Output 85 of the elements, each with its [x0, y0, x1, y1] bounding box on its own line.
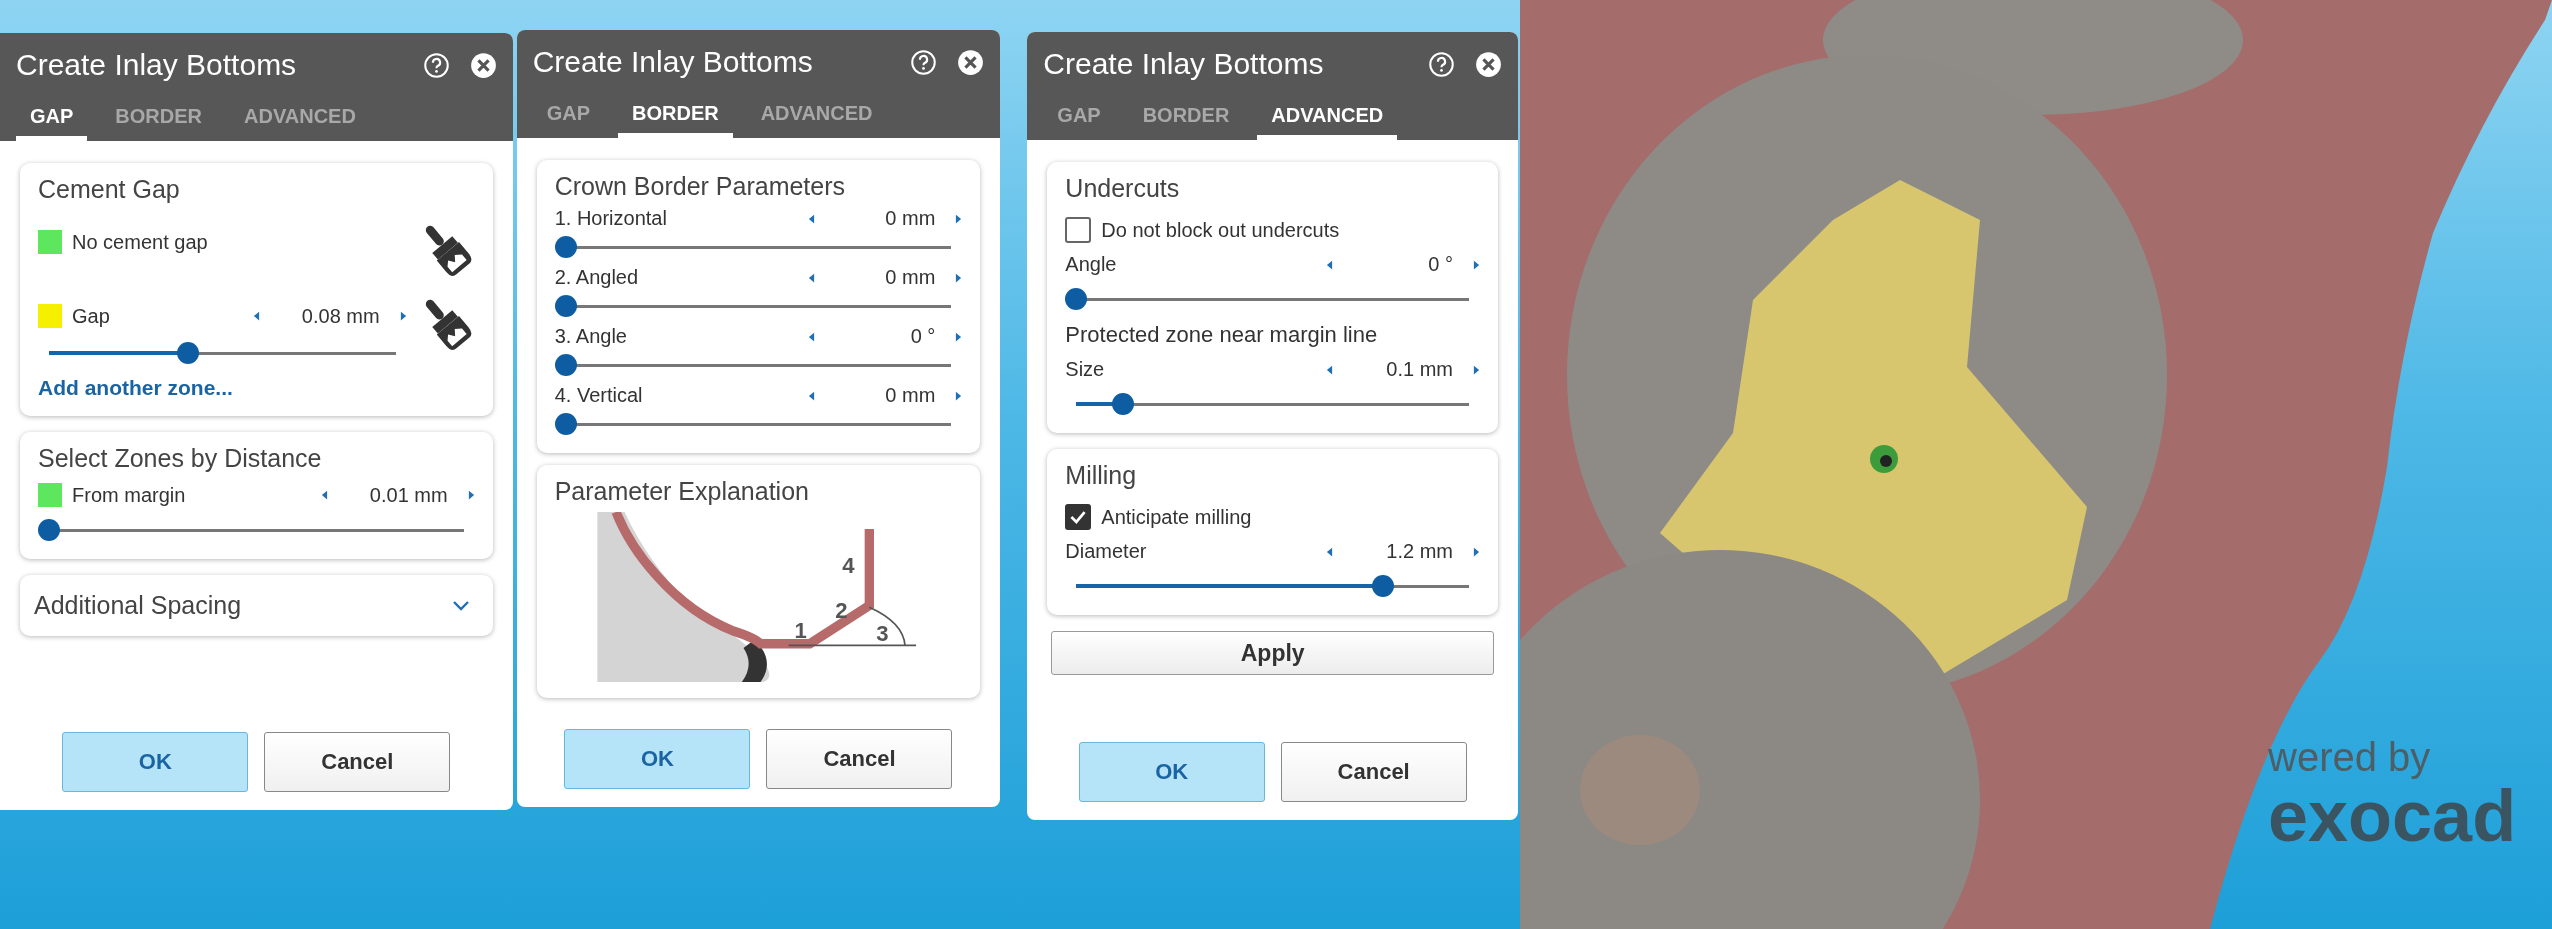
help-icon[interactable] [422, 51, 450, 79]
tab[interactable]: GAP [16, 97, 88, 141]
branding-text: wered by [2268, 735, 2432, 780]
slider-label: 2. Angled [554, 266, 639, 289]
brand-logo-text: exocad [2268, 780, 2517, 852]
dialog-title: Create Inlay Bottoms [16, 48, 298, 82]
slider-thumb[interactable] [38, 519, 60, 541]
slider-thumb[interactable] [554, 295, 577, 317]
section-title: Undercuts [1065, 174, 1181, 203]
close-icon[interactable] [1475, 50, 1502, 78]
section-title: Select Zones by Distance [38, 444, 323, 473]
value-text: 0.08 mm [300, 304, 380, 328]
zone-label: No cement gap [72, 230, 208, 254]
diagram-label: 2 [835, 598, 848, 624]
zone-label: From margin [72, 483, 186, 507]
subheading: Protected zone near margin line [1065, 322, 1379, 348]
left-arrow-icon[interactable] [1326, 545, 1333, 558]
tab[interactable]: ADVANCED [1257, 96, 1398, 140]
right-arrow-icon[interactable] [1473, 545, 1480, 558]
value-text: 0.1 mm [1385, 358, 1453, 381]
left-arrow-icon[interactable] [808, 330, 816, 343]
dialog-title: Create Inlay Bottoms [1043, 47, 1325, 81]
right-arrow-icon[interactable] [955, 330, 963, 343]
cancel-button[interactable]: Cancel [264, 732, 451, 792]
chevron-icon [450, 599, 471, 612]
ok-button[interactable]: OK [1078, 742, 1265, 802]
ok-button[interactable]: OK [564, 729, 751, 789]
section-title: Cement Gap [38, 175, 181, 204]
cancel-button[interactable]: Cancel [1280, 742, 1467, 802]
slider-label: 4. Vertical [554, 384, 643, 407]
checkbox-label: Do not block out undercuts [1101, 218, 1340, 242]
right-arrow-icon[interactable] [399, 310, 407, 322]
value-text: 0 ° [909, 325, 936, 348]
value-text: 0.01 mm [368, 483, 448, 507]
collapsible-section[interactable]: Additional Spacing [20, 575, 493, 636]
checkbox-label: Anticipate milling [1101, 505, 1252, 529]
value-text: 0 ° [1427, 253, 1453, 276]
value-text: 0 mm [884, 207, 936, 230]
slider-label: 3. Angle [554, 325, 627, 348]
ok-button[interactable]: OK [62, 732, 249, 792]
add-zone-link[interactable]: Add another zone... [38, 376, 475, 400]
apply-button[interactable]: Apply [1051, 631, 1494, 675]
slider-thumb[interactable] [554, 413, 577, 435]
slider-thumb[interactable] [1371, 575, 1394, 597]
left-arrow-icon[interactable] [1326, 258, 1333, 271]
close-icon[interactable] [469, 51, 497, 79]
value-text: 1.2 mm [1385, 540, 1453, 563]
slider-label: Diameter [1065, 540, 1147, 563]
help-icon[interactable] [910, 48, 938, 76]
section-title: Milling [1065, 461, 1138, 490]
slider-label: Size [1065, 358, 1105, 381]
left-arrow-icon[interactable] [252, 310, 260, 322]
slider-label: Angle [1065, 253, 1117, 276]
checkbox[interactable] [1065, 217, 1092, 243]
right-arrow-icon[interactable] [1473, 258, 1480, 271]
slider-thumb[interactable] [1112, 393, 1135, 415]
slider-thumb[interactable] [1065, 288, 1088, 310]
slider-thumb[interactable] [554, 236, 577, 258]
right-arrow-icon[interactable] [955, 271, 963, 284]
section-title: Crown Border Parameters [554, 172, 847, 201]
right-arrow-icon[interactable] [955, 212, 963, 225]
cancel-button[interactable]: Cancel [766, 729, 953, 789]
close-icon[interactable] [957, 48, 985, 76]
diagram-label: 3 [875, 621, 889, 647]
section-title: Parameter Explanation [554, 477, 810, 506]
dialog-title: Create Inlay Bottoms [532, 45, 814, 79]
slider-thumb[interactable] [176, 342, 199, 364]
right-arrow-icon[interactable] [955, 389, 963, 402]
left-arrow-icon[interactable] [808, 212, 816, 225]
help-icon[interactable] [1428, 50, 1455, 78]
left-arrow-icon[interactable] [808, 389, 816, 402]
left-arrow-icon[interactable] [808, 271, 816, 284]
left-arrow-icon[interactable] [1326, 363, 1333, 376]
zone-label: Gap [72, 304, 110, 328]
tab[interactable]: BORDER [618, 94, 733, 138]
value-text: 0 mm [884, 384, 936, 407]
right-arrow-icon[interactable] [1473, 363, 1480, 376]
slider-label: 1. Horizontal [554, 207, 667, 230]
left-arrow-icon[interactable] [320, 489, 328, 501]
right-arrow-icon[interactable] [467, 489, 475, 501]
value-text: 0 mm [884, 266, 936, 289]
slider-thumb[interactable] [554, 354, 577, 376]
diagram-label: 1 [794, 617, 807, 643]
diagram-label: 4 [841, 553, 855, 579]
checkbox[interactable] [1065, 504, 1092, 530]
